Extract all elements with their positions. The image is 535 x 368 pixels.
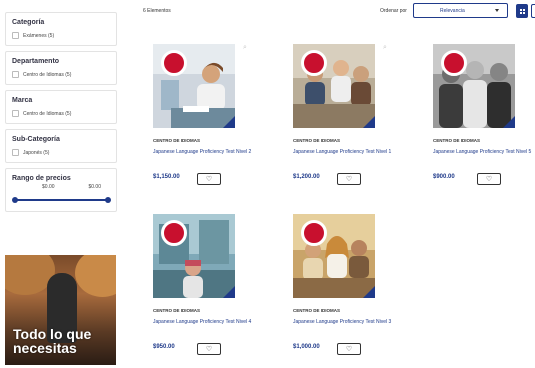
heart-icon: ♡: [205, 175, 213, 183]
product-price: $1,200.00: [293, 174, 320, 180]
price-max-value: $0.00: [88, 184, 101, 190]
promo-text-line2: necesitas: [13, 340, 77, 356]
card-corner-ribbon: [363, 116, 375, 128]
product-badge: [161, 220, 187, 246]
filter-price-range: Rango de precios $0.00 $0.00: [5, 168, 117, 212]
product-category: CENTRO DE IDIOMAS: [153, 308, 201, 313]
product-title[interactable]: Japanese Language Proficiency Test Nivel…: [153, 149, 251, 155]
magnifier-icon[interactable]: ⌕: [383, 44, 387, 52]
caret-down-icon: [495, 9, 499, 12]
product-price: $1,000.00: [293, 344, 320, 350]
product-price: $900.00: [433, 174, 455, 180]
heart-icon: ♡: [345, 345, 353, 353]
promo-banner[interactable]: Todo lo que necesitas: [5, 255, 116, 365]
product-card[interactable]: CENTRO DE IDIOMAS Japanese Language Prof…: [283, 208, 401, 368]
filter-title: Sub-Categoría: [12, 136, 60, 143]
product-badge: [161, 50, 187, 76]
filter-option-label: Japonés (5): [23, 149, 50, 156]
sort-select[interactable]: Relevancia: [413, 3, 508, 18]
list-view-button[interactable]: [531, 4, 535, 18]
filter-option-label: Centro de Idiomas (5): [23, 71, 72, 78]
promo-foliage: [75, 255, 116, 297]
price-min-handle[interactable]: [12, 197, 18, 203]
promo-text-line1: Todo lo que: [13, 326, 92, 342]
card-corner-ribbon: [503, 116, 515, 128]
card-corner-ribbon: [223, 116, 235, 128]
filter-title: Departamento: [12, 58, 60, 65]
filter-option-label: Exámenes (5): [23, 32, 55, 39]
filter-sidebar: Categoría Exámenes (5) Departamento Cent…: [5, 12, 117, 217]
price-max-handle[interactable]: [105, 197, 111, 203]
filter-categoria: Categoría Exámenes (5): [5, 12, 117, 46]
product-category: CENTRO DE IDIOMAS: [293, 308, 341, 313]
product-badge: [441, 50, 467, 76]
card-corner-ribbon: [223, 286, 235, 298]
heart-icon: ♡: [485, 175, 493, 183]
product-title[interactable]: Japanese Language Proficiency Test Nivel…: [293, 319, 391, 325]
filter-title: Rango de precios: [12, 175, 71, 182]
product-card[interactable]: CENTRO DE IDIOMAS Japanese Language Prof…: [143, 208, 261, 368]
product-title[interactable]: Japanese Language Proficiency Test Nivel…: [293, 149, 391, 155]
checkbox[interactable]: [12, 71, 19, 78]
checkbox[interactable]: [12, 32, 19, 39]
promo-text: Todo lo que necesitas: [13, 327, 91, 355]
card-corner-ribbon: [363, 286, 375, 298]
heart-icon: ♡: [345, 175, 353, 183]
filter-option-label: Centro de Idiomas (5): [23, 110, 72, 117]
grid-icon: [519, 8, 525, 14]
favorite-button[interactable]: ♡: [197, 173, 221, 185]
price-range-values: $0.00 $0.00: [12, 184, 111, 190]
product-category: CENTRO DE IDIOMAS: [153, 138, 201, 143]
price-min-value: $0.00: [42, 184, 55, 190]
filter-departamento: Departamento Centro de Idiomas (5): [5, 51, 117, 85]
product-category: CENTRO DE IDIOMAS: [433, 138, 481, 143]
favorite-button[interactable]: ♡: [337, 173, 361, 185]
filter-option-examenes[interactable]: Exámenes (5): [12, 32, 111, 39]
product-badge: [301, 220, 327, 246]
filter-option-japones[interactable]: Japonés (5): [12, 149, 111, 156]
heart-icon: ♡: [205, 345, 213, 353]
filter-title: Categoría: [12, 19, 45, 26]
product-card[interactable]: ⌕ CENTRO DE IDIOMAS Japanese Language Pr…: [143, 38, 261, 198]
filter-marca: Marca Centro de Idiomas (5): [5, 90, 117, 124]
results-count: 6 Elementos: [143, 8, 171, 14]
product-card[interactable]: ⌕ CENTRO DE IDIOMAS Japanese Language Pr…: [283, 38, 401, 198]
filter-option-centro-idiomas[interactable]: Centro de Idiomas (5): [12, 71, 111, 78]
product-title[interactable]: Japanese Language Proficiency Test Nivel…: [433, 149, 531, 155]
sort-selected-value: Relevancia: [440, 7, 465, 14]
favorite-button[interactable]: ♡: [197, 343, 221, 355]
favorite-button[interactable]: ♡: [337, 343, 361, 355]
filter-title: Marca: [12, 97, 33, 104]
filter-option-marca-centro-idiomas[interactable]: Centro de Idiomas (5): [12, 110, 111, 117]
magnifier-icon[interactable]: ⌕: [243, 44, 247, 52]
checkbox[interactable]: [12, 110, 19, 117]
product-price: $1,150.00: [153, 174, 180, 180]
grid-view-button[interactable]: [516, 4, 528, 18]
favorite-button[interactable]: ♡: [477, 173, 501, 185]
product-category: CENTRO DE IDIOMAS: [293, 138, 341, 143]
checkbox[interactable]: [12, 149, 19, 156]
product-card[interactable]: CENTRO DE IDIOMAS Japanese Language Prof…: [423, 38, 535, 198]
filter-sub-categoria: Sub-Categoría Japonés (5): [5, 129, 117, 163]
product-price: $950.00: [153, 344, 175, 350]
sort-label: Ordenar por: [380, 8, 407, 14]
price-range-slider[interactable]: [12, 197, 111, 203]
product-badge: [301, 50, 327, 76]
product-title[interactable]: Japanese Language Proficiency Test Nivel…: [153, 319, 251, 325]
